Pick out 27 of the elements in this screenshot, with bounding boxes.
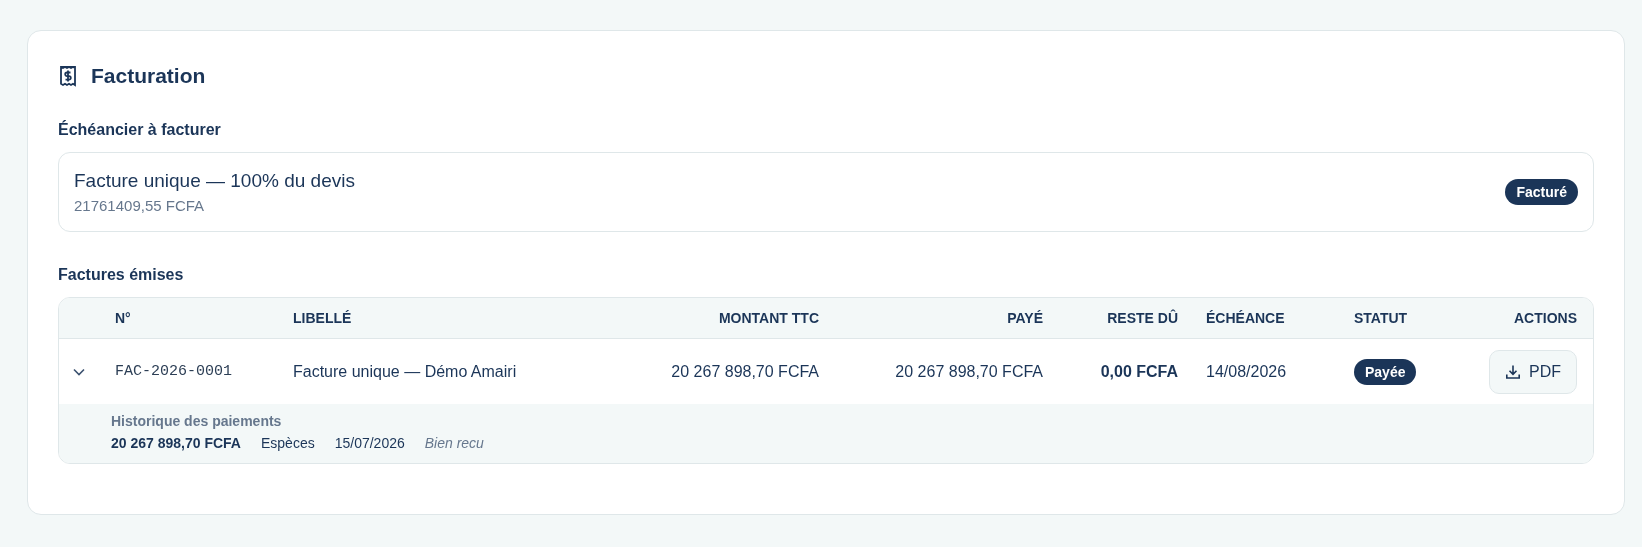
- payment-note: Bien recu: [424, 435, 484, 451]
- subsection-heading: Factures émises: [58, 266, 185, 284]
- status-badge: Facturé: [1505, 179, 1578, 205]
- payment-date: 15/07/2026: [334, 435, 405, 451]
- column-header: LIBELLÉ: [293, 310, 352, 326]
- column-header: PAYÉ: [1007, 310, 1043, 326]
- invoice-number: FAC-2026-0001: [115, 363, 233, 380]
- column-header: ACTIONS: [1514, 310, 1577, 326]
- history-title: Historique des paiements: [111, 413, 283, 429]
- pdf-button[interactable]: PDF: [1489, 349, 1577, 394]
- section-title: Facturation: [91, 64, 206, 88]
- schedule-label: Facture unique — 100% du devis: [74, 170, 355, 192]
- amount-cell: 20 267 898,70 FCFA: [671, 362, 819, 381]
- column-header: STATUT: [1354, 310, 1408, 326]
- column-header: MONTANT TTC: [718, 310, 819, 326]
- column-header: ÉCHÉANCE: [1206, 310, 1285, 326]
- paid-cell: 20 267 898,70 FCFA: [895, 362, 1043, 381]
- remaining-cell: 0,00 FCFA: [1100, 362, 1178, 381]
- invoice-label: Facture unique — Démo Amairi: [293, 362, 517, 381]
- due-date-cell: 14/08/2026: [1206, 362, 1287, 381]
- status-badge: Payée: [1354, 358, 1417, 385]
- payment-amount: 20 267 898,70 FCFA: [111, 435, 241, 451]
- payment-method: Espèces: [261, 435, 315, 451]
- column-header: N°: [115, 310, 131, 326]
- subsection-heading: Échéancier à facturer: [58, 121, 222, 139]
- column-header: RESTE DÛ: [1107, 310, 1178, 326]
- schedule-amount: 21761409,55 FCFA: [74, 197, 206, 214]
